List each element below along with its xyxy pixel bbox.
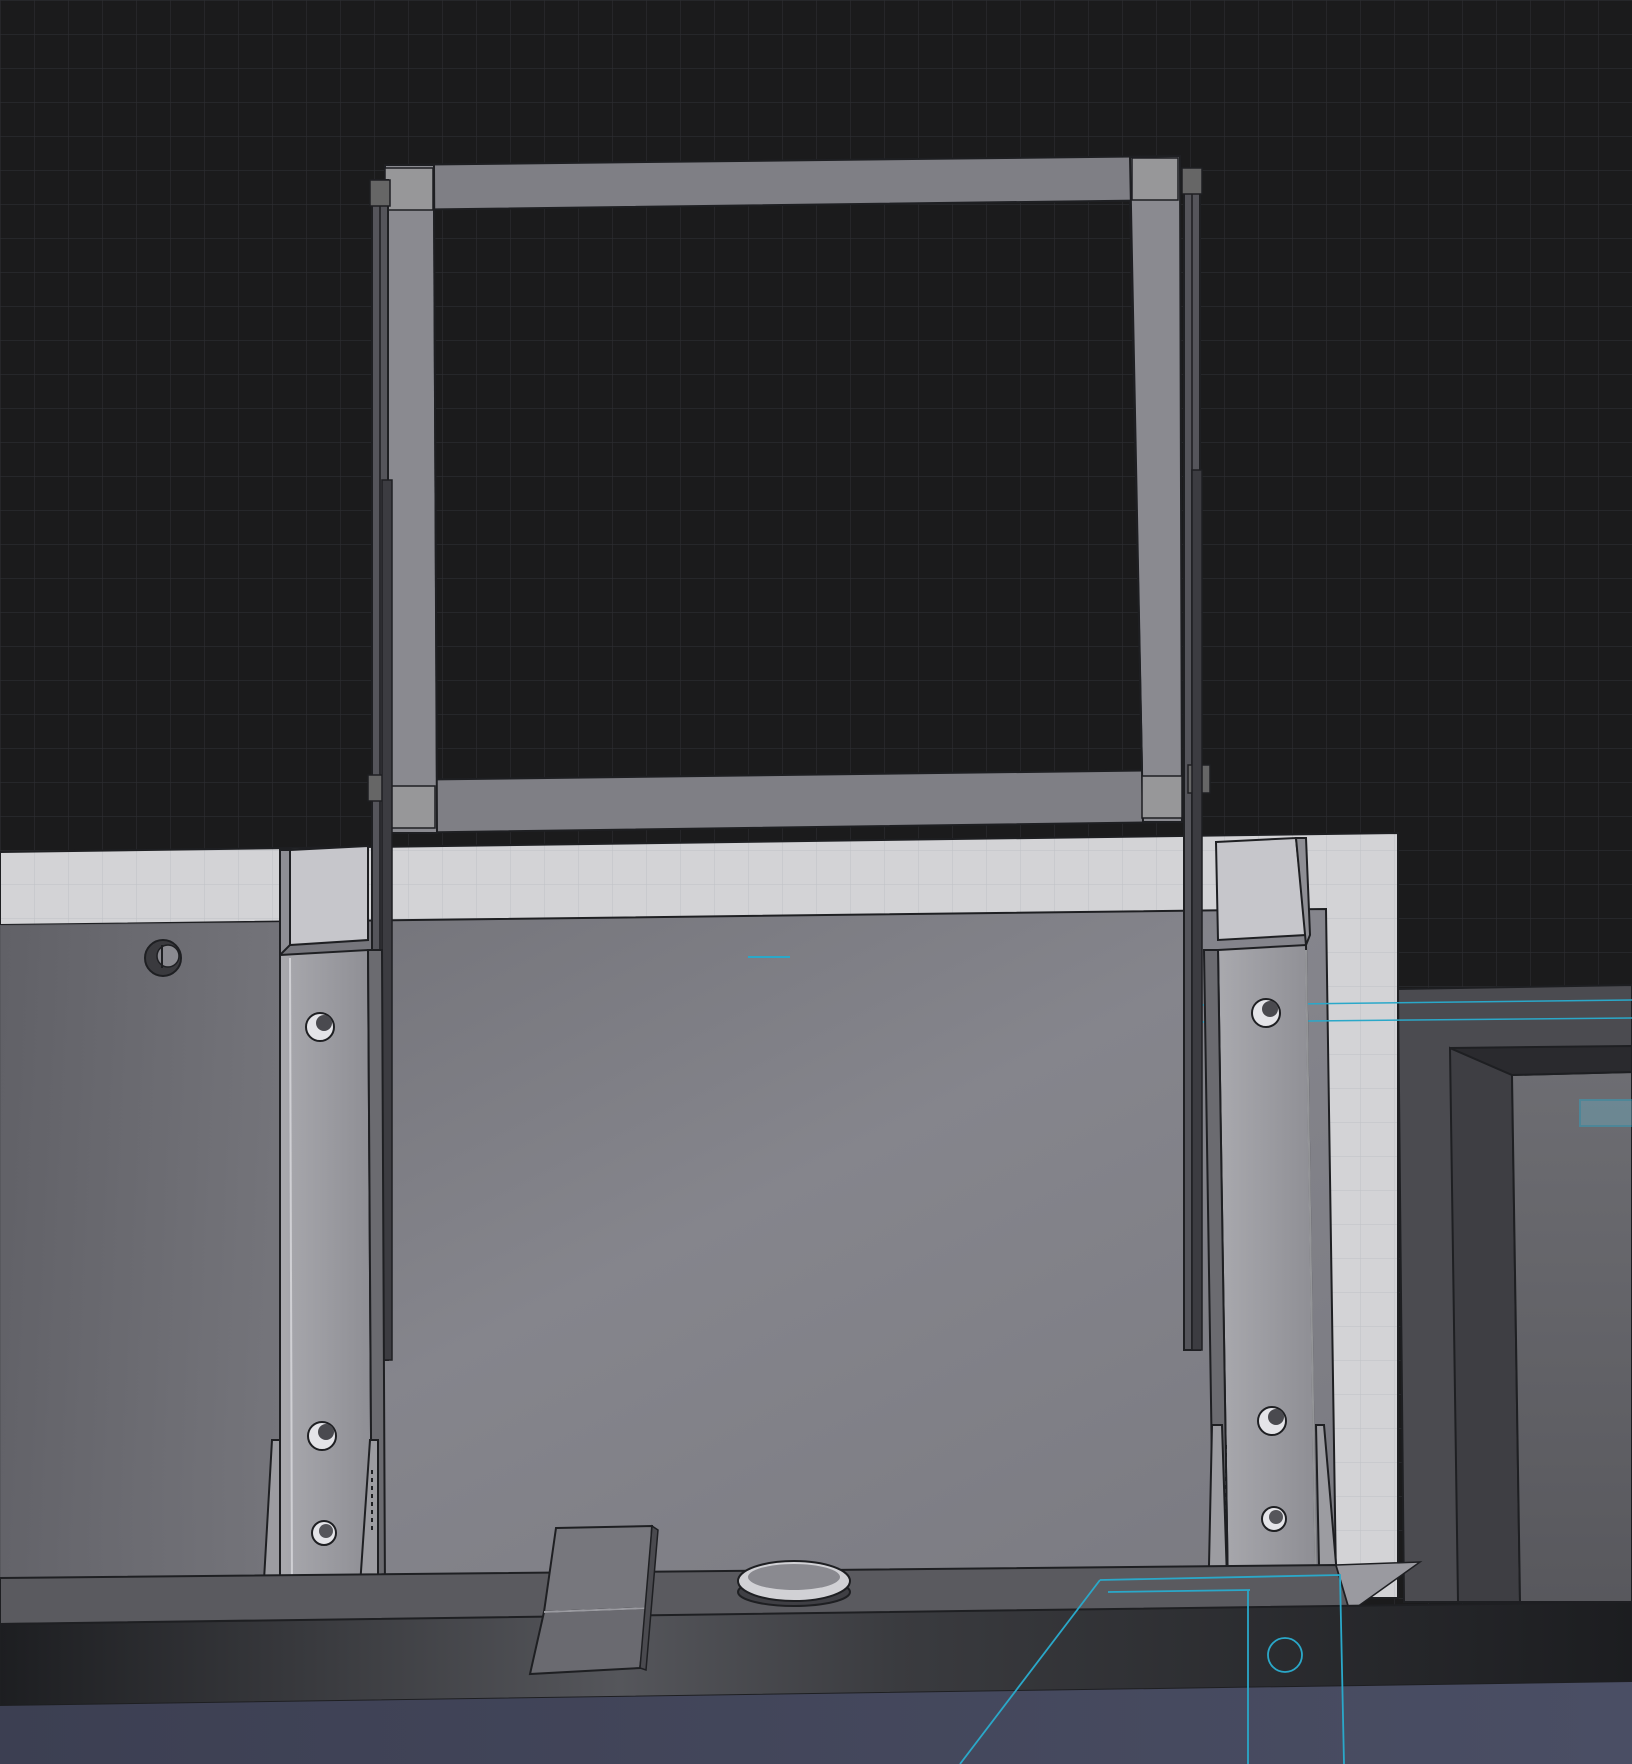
back-wall-panel[interactable]	[0, 907, 1338, 1581]
left-bracket-hole-icon	[307, 1421, 337, 1451]
right-bracket-hole-icon	[1261, 1506, 1287, 1532]
base-rail[interactable]	[0, 1600, 1632, 1764]
left-bracket[interactable]	[260, 844, 387, 1617]
wall-mount-hole-icon[interactable]	[144, 939, 182, 977]
cad-3d-viewport[interactable]	[0, 0, 1632, 1764]
round-boss[interactable]	[737, 1560, 851, 1607]
right-bracket-hole-icon	[1251, 998, 1281, 1028]
scene-canvas[interactable]	[0, 0, 1632, 1764]
enclosure-selection-marker	[1579, 1099, 1632, 1127]
left-bracket-hole-icon	[305, 1012, 335, 1042]
right-bracket-hole-icon	[1257, 1406, 1287, 1436]
left-bracket-hole-icon	[311, 1520, 337, 1546]
